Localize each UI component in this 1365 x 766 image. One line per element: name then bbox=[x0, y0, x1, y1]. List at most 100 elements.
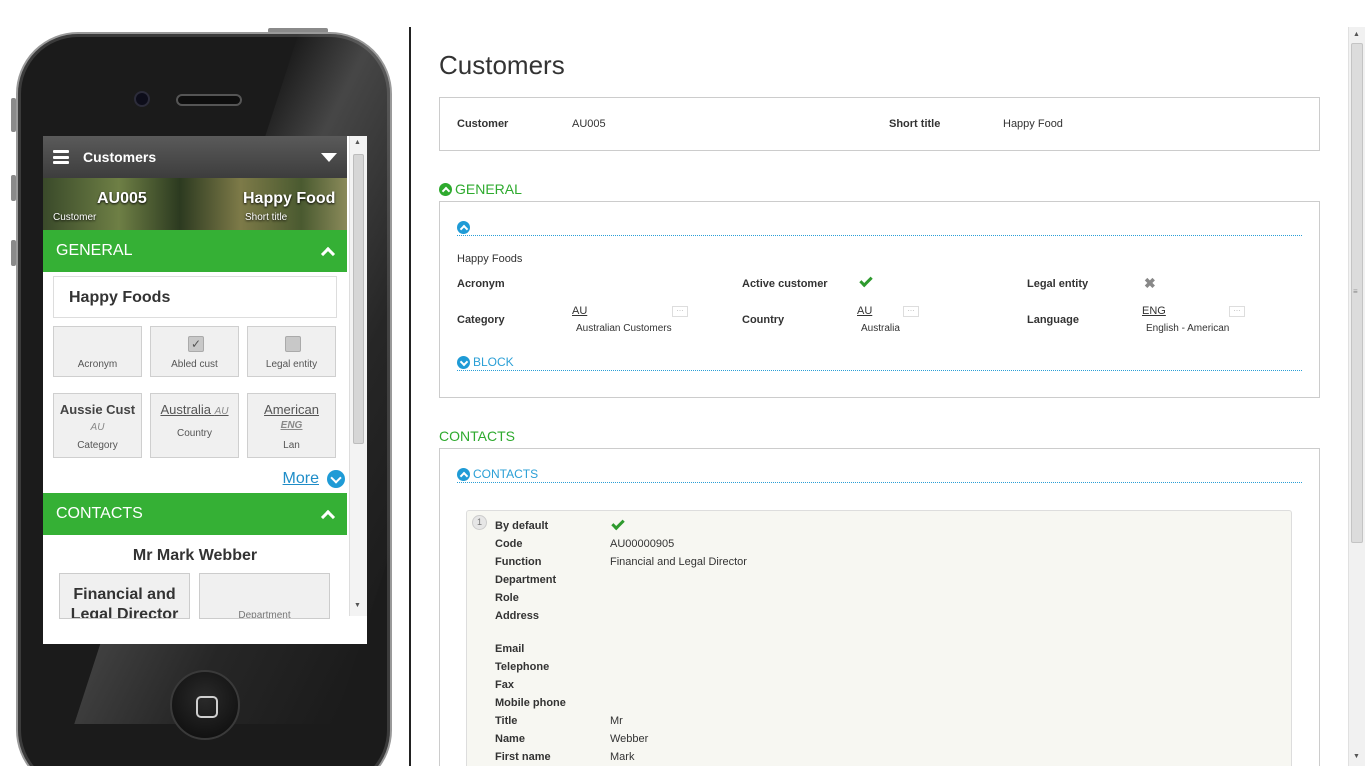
scroll-up-arrow-icon[interactable]: ▲ bbox=[1353, 31, 1360, 38]
stage: Customers AU005 Customer Happy Food Shor… bbox=[0, 0, 1365, 766]
scroll-up-arrow-icon[interactable]: ▲ bbox=[354, 139, 361, 146]
customer-label: Customer bbox=[457, 118, 509, 130]
category-description: Australian Customers bbox=[576, 323, 672, 334]
home-button[interactable] bbox=[170, 670, 240, 740]
scroll-grip-icon: ≡ bbox=[1353, 287, 1358, 296]
mobile-general-header[interactable]: GENERAL bbox=[43, 230, 347, 272]
phone-frame: Customers AU005 Customer Happy Food Shor… bbox=[16, 32, 392, 766]
mobile-general-grid: Acronym ✓ Abled cust Legal entity Aussie… bbox=[53, 326, 337, 458]
lookup-icon[interactable]: ⋯ bbox=[1229, 306, 1245, 317]
mobile-scrollbar[interactable]: ▲ ▼ bbox=[349, 136, 367, 616]
more-link[interactable]: More bbox=[283, 470, 345, 488]
tile-legal-entity[interactable]: Legal entity bbox=[247, 326, 336, 377]
menu-icon[interactable] bbox=[53, 150, 69, 164]
mobile-company-name[interactable]: Happy Foods bbox=[53, 276, 337, 318]
tile-country[interactable]: Australia AU Country bbox=[150, 393, 239, 458]
expand-down-icon[interactable] bbox=[327, 470, 345, 488]
field-label: Code bbox=[495, 538, 523, 550]
general-subblock-toggle[interactable] bbox=[457, 220, 1302, 236]
language-code: ENG bbox=[280, 420, 303, 431]
phone-speaker bbox=[176, 94, 242, 106]
tile-function[interactable]: Financial and Legal Director bbox=[59, 573, 190, 619]
field-label: Address bbox=[495, 610, 540, 622]
hero-customer-caption: Customer bbox=[53, 212, 97, 223]
contacts-subblock-toggle[interactable]: CONTACTS bbox=[457, 466, 1302, 483]
field-label: Fax bbox=[495, 679, 514, 691]
language-value[interactable]: American bbox=[264, 402, 319, 417]
country-code[interactable]: AU bbox=[857, 305, 872, 317]
field-label: Role bbox=[495, 592, 519, 604]
hero-customer-code: AU005 bbox=[97, 190, 147, 207]
block-toggle[interactable]: BLOCK bbox=[457, 354, 1302, 371]
collapse-icon[interactable] bbox=[320, 509, 336, 524]
mobile-contacts-header[interactable]: CONTACTS bbox=[43, 493, 347, 535]
tile-active-customer[interactable]: ✓ Abled cust bbox=[150, 326, 239, 377]
mobile-general-body: Happy Foods Acronym ✓ Abled cust Legal e… bbox=[43, 272, 347, 493]
customer-value[interactable]: AU005 bbox=[572, 118, 606, 130]
category-label: Category bbox=[457, 314, 505, 326]
contacts-section-title: CONTACTS bbox=[439, 428, 515, 444]
language-description: English - American bbox=[1146, 323, 1230, 334]
general-title: GENERAL bbox=[455, 181, 522, 197]
mobile-header: Customers bbox=[43, 136, 347, 178]
scroll-down-arrow-icon[interactable]: ▼ bbox=[1353, 753, 1360, 760]
language-label: Language bbox=[1027, 314, 1079, 326]
home-square-icon bbox=[196, 696, 218, 718]
mobile-hero: AU005 Customer Happy Food Short title bbox=[43, 178, 347, 230]
contact-card[interactable]: 1 By default Code AU00000905 Function Fi… bbox=[466, 510, 1292, 766]
tile-category[interactable]: Aussie Cust AU Category bbox=[53, 393, 142, 458]
mobile-header-title: Customers bbox=[83, 149, 157, 165]
tile-caption: Category bbox=[77, 440, 118, 451]
field-label: Function bbox=[495, 556, 542, 568]
checkbox-unchecked-icon[interactable] bbox=[285, 336, 301, 352]
mobile-scroll-thumb[interactable] bbox=[353, 154, 364, 444]
mobile-general-title: GENERAL bbox=[56, 242, 133, 259]
general-section-toggle[interactable]: GENERAL bbox=[439, 181, 522, 197]
tile-acronym[interactable]: Acronym bbox=[53, 326, 142, 377]
checkmark-icon[interactable] bbox=[611, 516, 625, 531]
field-value: Webber bbox=[610, 733, 649, 745]
lookup-icon[interactable]: ⋯ bbox=[903, 306, 919, 317]
dropdown-caret-icon[interactable] bbox=[321, 152, 337, 162]
short-title-value[interactable]: Happy Food bbox=[1003, 118, 1063, 130]
country-code: AU bbox=[214, 406, 229, 417]
country-value[interactable]: Australia bbox=[160, 402, 211, 417]
checkmark-icon[interactable] bbox=[859, 273, 873, 288]
desktop-panel: Customers Customer AU005 Short title Hap… bbox=[412, 27, 1348, 766]
field-label: Email bbox=[495, 643, 525, 655]
tile-caption: Legal entity bbox=[265, 359, 318, 370]
tile-department[interactable]: Department bbox=[199, 573, 330, 619]
scroll-down-arrow-icon[interactable]: ▼ bbox=[354, 602, 361, 609]
phone-camera bbox=[134, 91, 150, 107]
language-code[interactable]: ENG bbox=[1142, 305, 1166, 317]
field-label: By default bbox=[495, 520, 549, 532]
collapse-icon[interactable] bbox=[320, 246, 336, 261]
field-value: Financial and Legal Director bbox=[610, 556, 747, 568]
collapse-circle-icon[interactable] bbox=[457, 468, 470, 481]
phone-screen: Customers AU005 Customer Happy Food Shor… bbox=[43, 136, 367, 644]
checkbox-checked-icon[interactable]: ✓ bbox=[188, 336, 204, 352]
page-scrollbar[interactable]: ▲ ≡ ▼ bbox=[1348, 27, 1365, 766]
page-title: Customers bbox=[439, 50, 565, 80]
block-label[interactable]: BLOCK bbox=[473, 355, 514, 369]
contacts-title: CONTACTS bbox=[439, 428, 515, 444]
tile-language[interactable]: American ENG Lan bbox=[247, 393, 336, 458]
acronym-label: Acronym bbox=[457, 278, 505, 290]
expand-circle-icon[interactable] bbox=[457, 356, 470, 369]
collapse-circle-icon[interactable] bbox=[457, 221, 470, 234]
mobile-contact-name: Mr Mark Webber bbox=[132, 547, 258, 564]
lookup-icon[interactable]: ⋯ bbox=[672, 306, 688, 317]
category-code[interactable]: AU bbox=[572, 305, 587, 317]
cross-icon[interactable]: ✖ bbox=[1144, 275, 1156, 292]
contacts-subtitle[interactable]: CONTACTS bbox=[473, 467, 538, 481]
field-value: AU00000905 bbox=[610, 538, 675, 550]
country-label: Country bbox=[742, 314, 785, 326]
short-title-label: Short title bbox=[889, 118, 941, 130]
hero-short-title: Happy Food bbox=[243, 190, 336, 207]
general-box: Happy Foods Acronym Active customer Lega… bbox=[439, 201, 1320, 398]
more-label[interactable]: More bbox=[283, 470, 319, 488]
collapse-circle-icon[interactable] bbox=[439, 182, 452, 196]
hero-short-title-caption: Short title bbox=[245, 212, 288, 223]
field-label: Title bbox=[495, 715, 518, 727]
company-name: Happy Foods bbox=[457, 253, 523, 265]
